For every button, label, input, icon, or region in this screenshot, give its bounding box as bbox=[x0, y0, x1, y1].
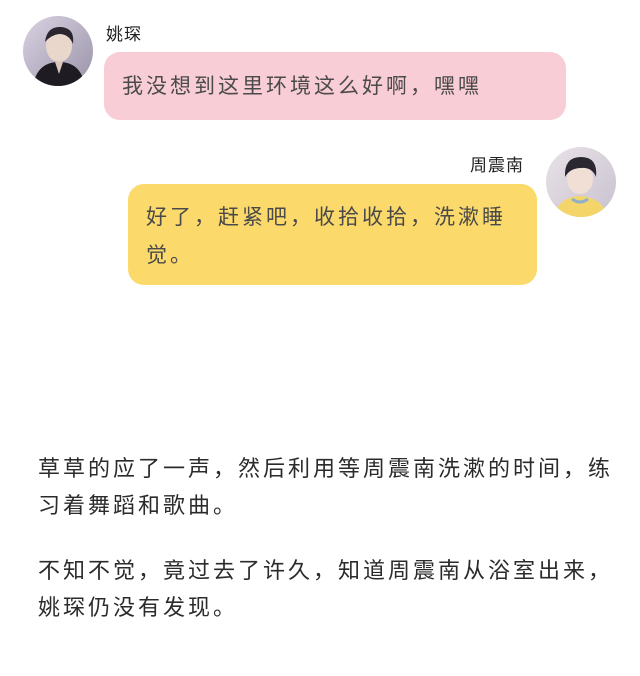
chat-bubble-yaochen: 我没想到这里环境这么好啊，嘿嘿 bbox=[104, 52, 566, 120]
sender-name-yaochen: 姚琛 bbox=[106, 25, 142, 45]
avatar-zhouzhennan[interactable] bbox=[546, 147, 616, 217]
chat-bubble-zhouzhennan: 好了，赶紧吧，收拾收拾，洗漱睡觉。 bbox=[128, 184, 537, 285]
sender-name-zhouzhennan: 周震南 bbox=[470, 156, 524, 176]
story-paragraph: 草草的应了一声，然后利用等周震南洗漱的时间，练习着舞蹈和歌曲。 bbox=[38, 457, 614, 519]
person-avatar-icon bbox=[546, 147, 616, 217]
avatar-yaochen[interactable] bbox=[23, 16, 93, 86]
story-paragraph: 不知不觉，竟过去了许久，知道周震南从浴室出来，姚琛仍没有发现。 bbox=[38, 559, 614, 621]
person-avatar-icon bbox=[23, 16, 93, 86]
